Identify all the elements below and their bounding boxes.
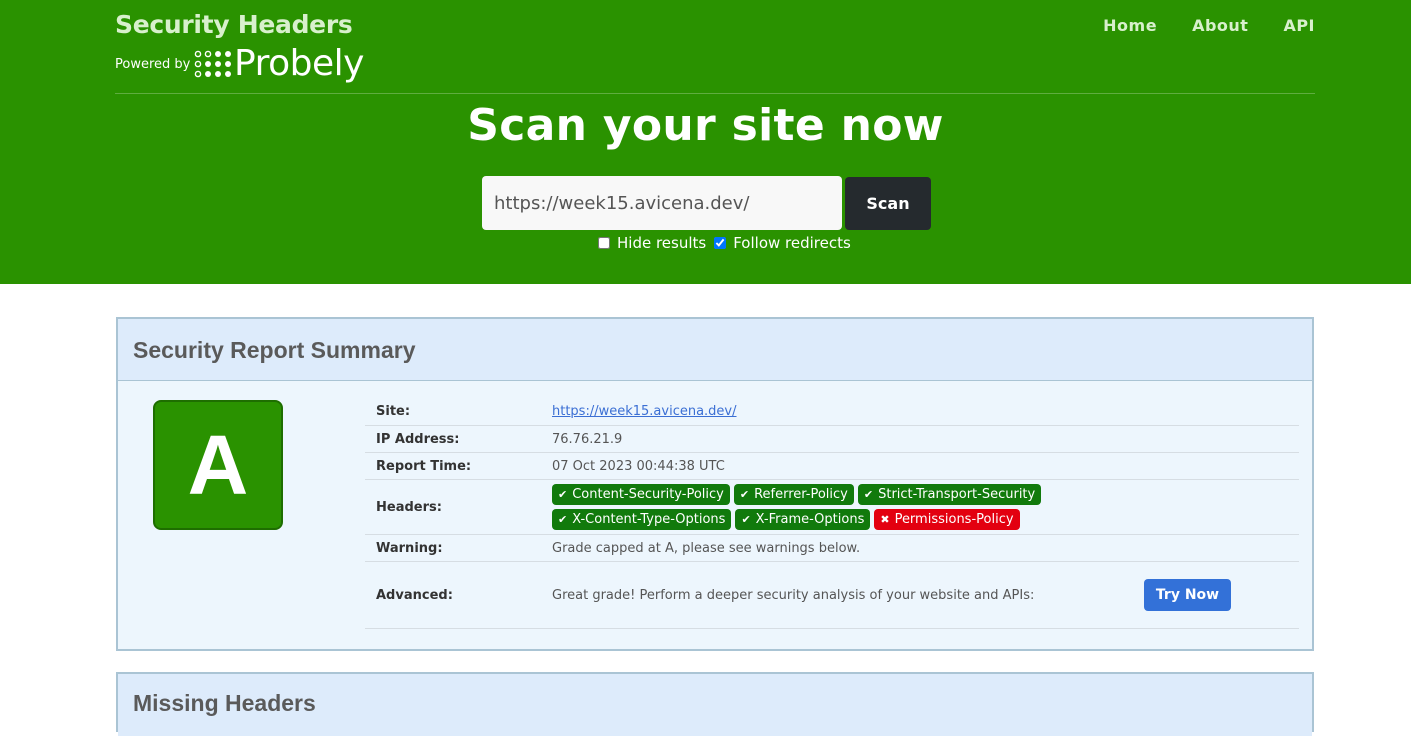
report-row-time: Report Time: 07 Oct 2023 00:44:38 UTC xyxy=(365,453,1299,480)
hide-results-checkbox[interactable] xyxy=(598,237,610,249)
summary-title: Security Report Summary xyxy=(118,319,1312,381)
follow-redirects-label: Follow redirects xyxy=(733,234,851,252)
scan-options: Hide results Follow redirects xyxy=(598,234,859,252)
advanced-label: Advanced: xyxy=(376,587,453,603)
hide-results-option[interactable]: Hide results xyxy=(598,234,706,252)
check-icon: ✔ xyxy=(558,488,568,501)
probely-dots-icon xyxy=(194,50,231,78)
advanced-text: Great grade! Perform a deeper security a… xyxy=(552,587,1035,603)
follow-redirects-option[interactable]: Follow redirects xyxy=(714,234,851,252)
header-badge: ✔ Strict-Transport-Security xyxy=(857,484,1042,505)
grade-badge: A xyxy=(153,400,283,530)
probely-wordmark: Probely xyxy=(234,43,364,84)
header-badge-label: Strict-Transport-Security xyxy=(878,487,1036,502)
report-row-advanced: Advanced: Great grade! Perform a deeper … xyxy=(365,562,1299,629)
check-icon: ✔ xyxy=(558,513,568,526)
header-badges: ✔ Content-Security-Policy ✔ Referrer-Policy… xyxy=(552,484,1212,530)
scan-button[interactable]: Scan xyxy=(845,177,931,230)
nav-home[interactable]: Home xyxy=(1103,16,1157,35)
try-now-button[interactable]: Try Now xyxy=(1144,579,1231,611)
header-badge: ✖ Permissions-Policy xyxy=(874,509,1020,530)
report-row-ip: IP Address: 76.76.21.9 xyxy=(365,426,1299,453)
cross-icon: ✖ xyxy=(880,513,890,526)
report-table: Site: https://week15.avicena.dev/ IP Add… xyxy=(365,398,1299,629)
follow-redirects-checkbox[interactable] xyxy=(714,237,727,249)
probely-logo[interactable]: Probely xyxy=(194,44,364,84)
site-brand-title[interactable]: Security Headers xyxy=(115,10,353,39)
header-badge-label: Permissions-Policy xyxy=(894,512,1014,527)
missing-headers-title: Missing Headers xyxy=(118,674,1312,736)
header-badge: ✔ X-Content-Type-Options xyxy=(552,509,732,530)
warning-value: Grade capped at A, please see warnings b… xyxy=(552,540,861,556)
report-row-warning: Warning: Grade capped at A, please see w… xyxy=(365,535,1299,562)
missing-headers-section: Missing Headers xyxy=(116,672,1314,736)
header-badge: ✔ Content-Security-Policy xyxy=(552,484,730,505)
top-nav: Home About API xyxy=(1103,16,1315,35)
header-badge-label: Referrer-Policy xyxy=(754,487,848,502)
url-input[interactable] xyxy=(482,176,842,230)
nav-about[interactable]: About xyxy=(1192,16,1248,35)
report-time-label: Report Time: xyxy=(376,458,472,474)
hide-results-label: Hide results xyxy=(617,234,707,252)
security-report-summary: Security Report Summary A Site: https://… xyxy=(116,317,1314,651)
warning-label: Warning: xyxy=(376,540,443,556)
headers-label: Headers: xyxy=(376,499,442,515)
page-headline: Scan your site now xyxy=(467,100,944,151)
check-icon: ✔ xyxy=(863,488,874,501)
check-icon: ✔ xyxy=(739,488,750,501)
check-icon: ✔ xyxy=(741,513,751,526)
powered-by-label: Powered by xyxy=(115,57,191,72)
report-row-headers: Headers: ✔ Content-Security-Policy ✔ Referr… xyxy=(365,480,1299,535)
ip-label: IP Address: xyxy=(376,431,460,447)
ip-value: 76.76.21.9 xyxy=(552,431,623,447)
report-time-value: 07 Oct 2023 00:44:38 UTC xyxy=(552,458,725,474)
site-link[interactable]: https://week15.avicena.dev/ xyxy=(552,404,737,419)
site-label: Site: xyxy=(376,404,411,419)
header-badge: ✔ X-Frame-Options xyxy=(735,509,871,530)
header-badge-label: Content-Security-Policy xyxy=(572,487,724,502)
nav-api[interactable]: API xyxy=(1283,16,1315,35)
header-badge-label: X-Frame-Options xyxy=(755,512,865,527)
hero-banner: Security Headers Powered by Probely Home… xyxy=(0,0,1411,284)
header-badge: ✔ Referrer-Policy xyxy=(733,484,854,505)
header-badge-label: X-Content-Type-Options xyxy=(572,512,726,527)
header-divider xyxy=(115,93,1315,94)
report-row-site: Site: https://week15.avicena.dev/ xyxy=(365,398,1299,426)
